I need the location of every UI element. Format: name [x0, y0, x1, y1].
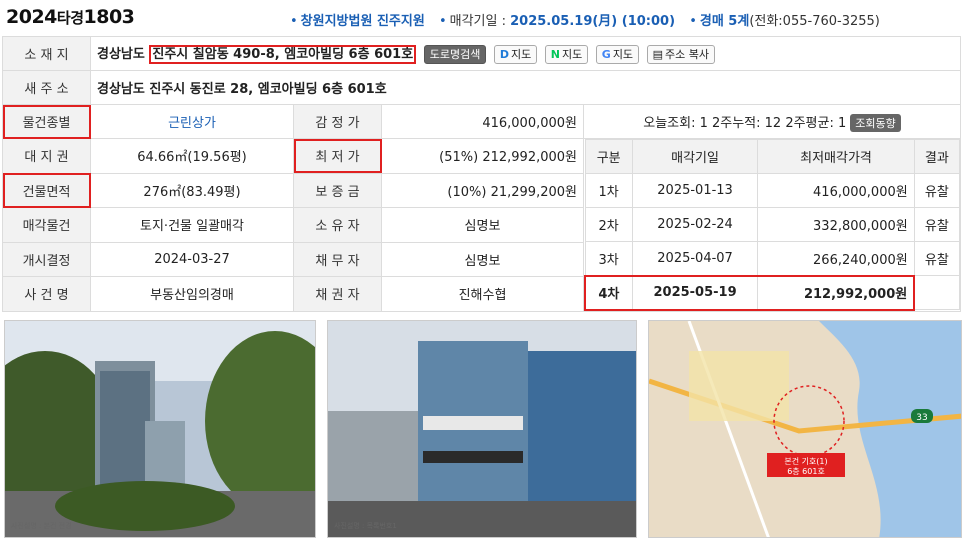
min-price-label: 최 저 가 — [293, 138, 382, 174]
property-info-table: 소 재 지 경상남도 진주시 칠암동 490-8, 엠코아빌딩 6층 601호 … — [2, 36, 961, 312]
daum-map-button[interactable]: D 지도 — [493, 45, 538, 64]
road-search-button[interactable]: 도로명검색 — [423, 45, 487, 64]
hist-header-result: 결과 — [913, 139, 961, 174]
hist-row: 3차 2025-04-07 266,240,000원 유찰 — [584, 241, 961, 276]
owner-label: 소 유 자 — [293, 207, 382, 243]
phone: (전화:055-760-3255) — [749, 14, 880, 29]
copy-address-button[interactable]: ▤ 주소 복사 — [646, 45, 715, 64]
view-stats: 오늘조회: 1 2주누적: 12 2주평균: 1 조회동향 — [583, 104, 961, 139]
copy-icon: ▤ — [652, 48, 663, 61]
address-label: 소 재 지 — [2, 36, 91, 71]
dept-name: 경매 5계 — [699, 14, 750, 29]
creditor-label: 채 권 자 — [293, 276, 382, 312]
start-decision-label: 개시결정 — [2, 241, 91, 277]
map-marker-label-2: 6층 601호 — [787, 467, 825, 476]
owner-value: 심명보 — [381, 207, 584, 243]
land-label: 대 지 권 — [2, 138, 91, 174]
appraisal-label: 감 정 가 — [293, 104, 382, 139]
deposit-value: (10%) 21,299,200원 — [381, 172, 584, 208]
creditor-value: 진해수협 — [381, 276, 584, 312]
type-value[interactable]: 근린상가 — [168, 116, 216, 131]
hist-row: 1차 2025-01-13 416,000,000원 유찰 — [584, 173, 961, 208]
case-header: 2024타경1803 • 창원지방법원 진주지원 • 매각기일 : 2025.05.… — [0, 0, 966, 32]
min-price-value: (51%) 212,992,000원 — [381, 138, 584, 174]
start-decision-value: 2024-03-27 — [90, 241, 294, 277]
photo-caption-1: 사진설명 : 본건 전경 — [11, 522, 72, 530]
sale-object-label: 매각물건 — [2, 207, 91, 243]
debtor-value: 심명보 — [381, 241, 584, 277]
hist-row: 2차 2025-02-24 332,800,000원 유찰 — [584, 207, 961, 242]
hist-row-current: 4차 2025-05-19 212,992,000원 — [583, 274, 961, 311]
google-icon: G — [601, 48, 611, 61]
deposit-label: 보 증 금 — [293, 172, 382, 208]
hist-header-date: 매각기일 — [631, 139, 759, 174]
location-map[interactable]: 본건 기호(1) 6층 601호 33 — [648, 320, 962, 538]
bldg-area-value: 276㎡(83.49평) — [90, 172, 294, 208]
bldg-area-label: 건물면적 — [2, 172, 91, 208]
court-name: 창원지방법원 진주지원 — [300, 14, 425, 29]
type-label: 물건종별 — [2, 104, 91, 139]
naver-icon: N — [550, 48, 560, 61]
hist-header-price: 최저매각가격 — [757, 139, 915, 174]
road-number-badge: 33 — [916, 413, 927, 423]
photo-gallery: 사진설명 : 본건 전경 사진설명 : 목록번호1 본건 기호(1) 6층 60… — [4, 320, 962, 538]
sale-history-table: 구분 매각기일 최저매각가격 결과 1차 2025-01-13 416,000,… — [583, 139, 961, 311]
daum-icon: D — [499, 48, 509, 61]
naver-map-button[interactable]: N 지도 — [544, 45, 589, 64]
google-map-button[interactable]: G 지도 — [595, 45, 640, 64]
header-info: • 창원지방법원 진주지원 • 매각기일 : 2025.05.19(月) (10:0… — [290, 14, 880, 29]
view-trend-button[interactable]: 조회동향 — [850, 113, 901, 132]
building-photo-2[interactable]: 사진설명 : 목록번호1 — [327, 320, 637, 538]
sale-object-value: 토지·건물 일괄매각 — [90, 207, 294, 243]
map-marker-label-1: 본건 기호(1) — [784, 456, 827, 466]
building-photo-1[interactable]: 사진설명 : 본건 전경 — [4, 320, 316, 538]
land-value: 64.66㎡(19.56평) — [90, 138, 294, 174]
debtor-label: 채 무 자 — [293, 241, 382, 277]
sale-date: 2025.05.19(月) (10:00) — [510, 14, 676, 29]
new-address-label: 새 주 소 — [2, 70, 91, 105]
hist-header-round: 구분 — [584, 139, 633, 174]
address-highlight: 진주시 칠암동 490-8, 엠코아빌딩 6층 601호 — [149, 45, 417, 64]
case-name-label: 사 건 명 — [2, 276, 91, 312]
case-number: 2024타경1803 — [6, 6, 135, 28]
appraisal-value: 416,000,000원 — [381, 104, 584, 139]
case-name-value: 부동산임의경매 — [90, 276, 294, 312]
photo-caption-2: 사진설명 : 목록번호1 — [334, 522, 397, 530]
new-address: 경상남도 진주시 동진로 28, 엠코아빌딩 6층 601호 — [90, 70, 961, 105]
